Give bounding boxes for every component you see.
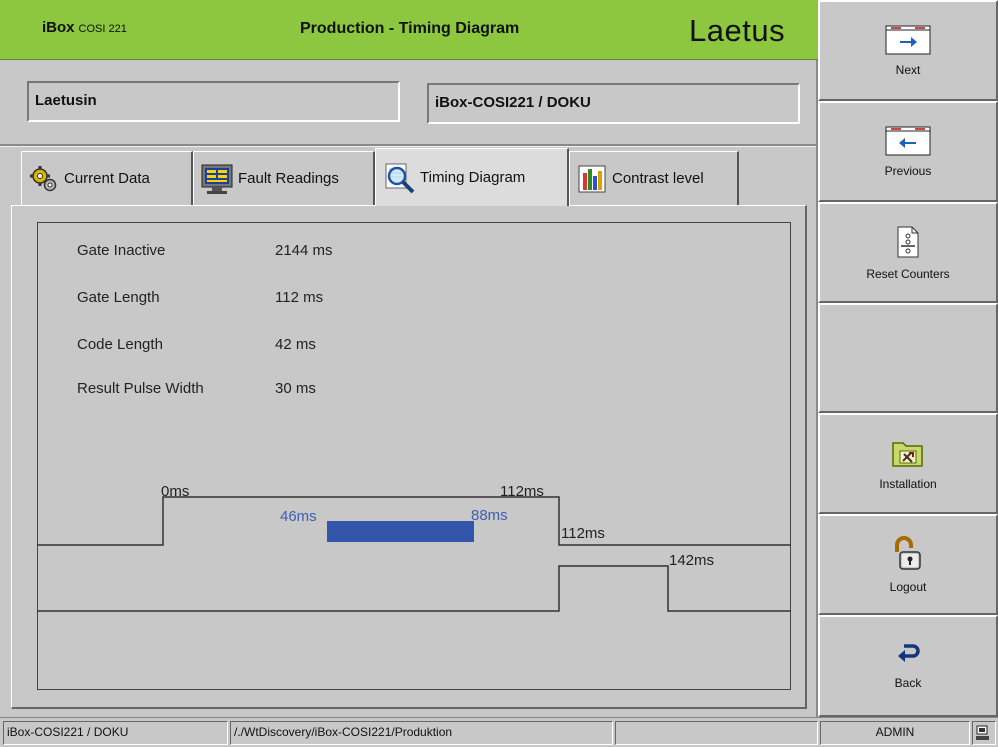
previous-label: Previous — [884, 163, 932, 178]
tab-timing-diagram[interactable]: Timing Diagram — [375, 148, 569, 206]
tab-contrast-level[interactable]: Contrast level — [569, 151, 739, 205]
monitor-icon — [201, 164, 233, 194]
magnifier-icon — [385, 163, 415, 193]
app-brand: iBox COSI 221 — [42, 19, 127, 36]
computer-icon — [976, 725, 989, 740]
tab-fault-readings-label: Fault Readings — [238, 170, 339, 187]
page-title: Production - Timing Diagram — [300, 20, 520, 37]
result-pulse-width-label: Result Pulse Width — [77, 380, 204, 397]
gate-end-label: 112ms — [500, 483, 544, 500]
logout-button[interactable]: Logout — [818, 514, 998, 615]
tab-current-data-label: Current Data — [64, 170, 150, 187]
padlock-icon — [895, 535, 921, 570]
status-path: /./WtDiscovery/iBox-COSI221/Produktion — [230, 721, 613, 745]
result-end-label: 142ms — [669, 552, 714, 569]
tab-current-data[interactable]: Current Data — [21, 151, 193, 205]
next-arrow-icon — [885, 25, 931, 54]
status-computer-icon-cell — [972, 721, 996, 745]
tab-contrast-level-label: Contrast level — [612, 170, 704, 187]
logout-label: Logout — [889, 579, 927, 594]
gate-start-label: 0ms — [161, 483, 189, 500]
reset-counters-icon — [897, 226, 919, 257]
reset-counters-button[interactable]: Reset Counters — [818, 202, 998, 303]
previous-button[interactable]: Previous — [818, 101, 998, 202]
device-name-field: iBox-COSI221 / DOKU — [427, 83, 800, 124]
separator — [0, 144, 816, 147]
back-button[interactable]: Back — [818, 615, 998, 717]
installation-label: Installation — [879, 476, 937, 491]
next-label: Next — [895, 62, 921, 77]
gate-inactive-value: 2144 ms — [275, 242, 333, 259]
next-button[interactable]: Next — [818, 0, 998, 101]
timing-diagram: 0ms 112ms 46ms 88ms 112ms 142ms — [37, 483, 791, 612]
empty-sidebar-slot — [818, 303, 998, 413]
line-name-field: Laetusin — [27, 81, 400, 122]
status-empty-cell — [615, 721, 818, 745]
installation-button[interactable]: Installation — [818, 413, 998, 514]
code-window-bar — [327, 521, 474, 542]
tab-fault-readings[interactable]: Fault Readings — [193, 151, 375, 205]
status-device: iBox-COSI221 / DOKU — [3, 721, 228, 745]
gate-inactive-label: Gate Inactive — [77, 242, 166, 259]
gate-length-value: 112 ms — [275, 289, 324, 306]
bar-chart-icon — [578, 165, 606, 192]
title-bar: iBox COSI 221 Production - Timing Diagram… — [0, 0, 818, 60]
code-length-value: 42 ms — [275, 336, 316, 353]
code-length-label: Code Length — [77, 336, 163, 353]
gears-icon — [30, 165, 57, 191]
gate-length-label: Gate Length — [77, 289, 160, 306]
previous-arrow-icon — [885, 126, 931, 155]
tab-timing-diagram-label: Timing Diagram — [420, 169, 526, 186]
code-end-label: 88ms — [471, 507, 508, 524]
result-pulse-width-value: 30 ms — [275, 380, 316, 397]
vendor-logo: Laetus — [689, 13, 786, 48]
installation-folder-icon — [892, 441, 923, 467]
result-signal-trace — [37, 565, 791, 612]
code-start-label: 46ms — [280, 508, 317, 525]
reset-counters-label: Reset Counters — [866, 266, 950, 281]
result-start-label: 112ms — [561, 525, 605, 542]
status-user: ADMIN — [820, 721, 970, 745]
back-arrow-icon — [898, 644, 920, 662]
back-label: Back — [894, 676, 922, 690]
